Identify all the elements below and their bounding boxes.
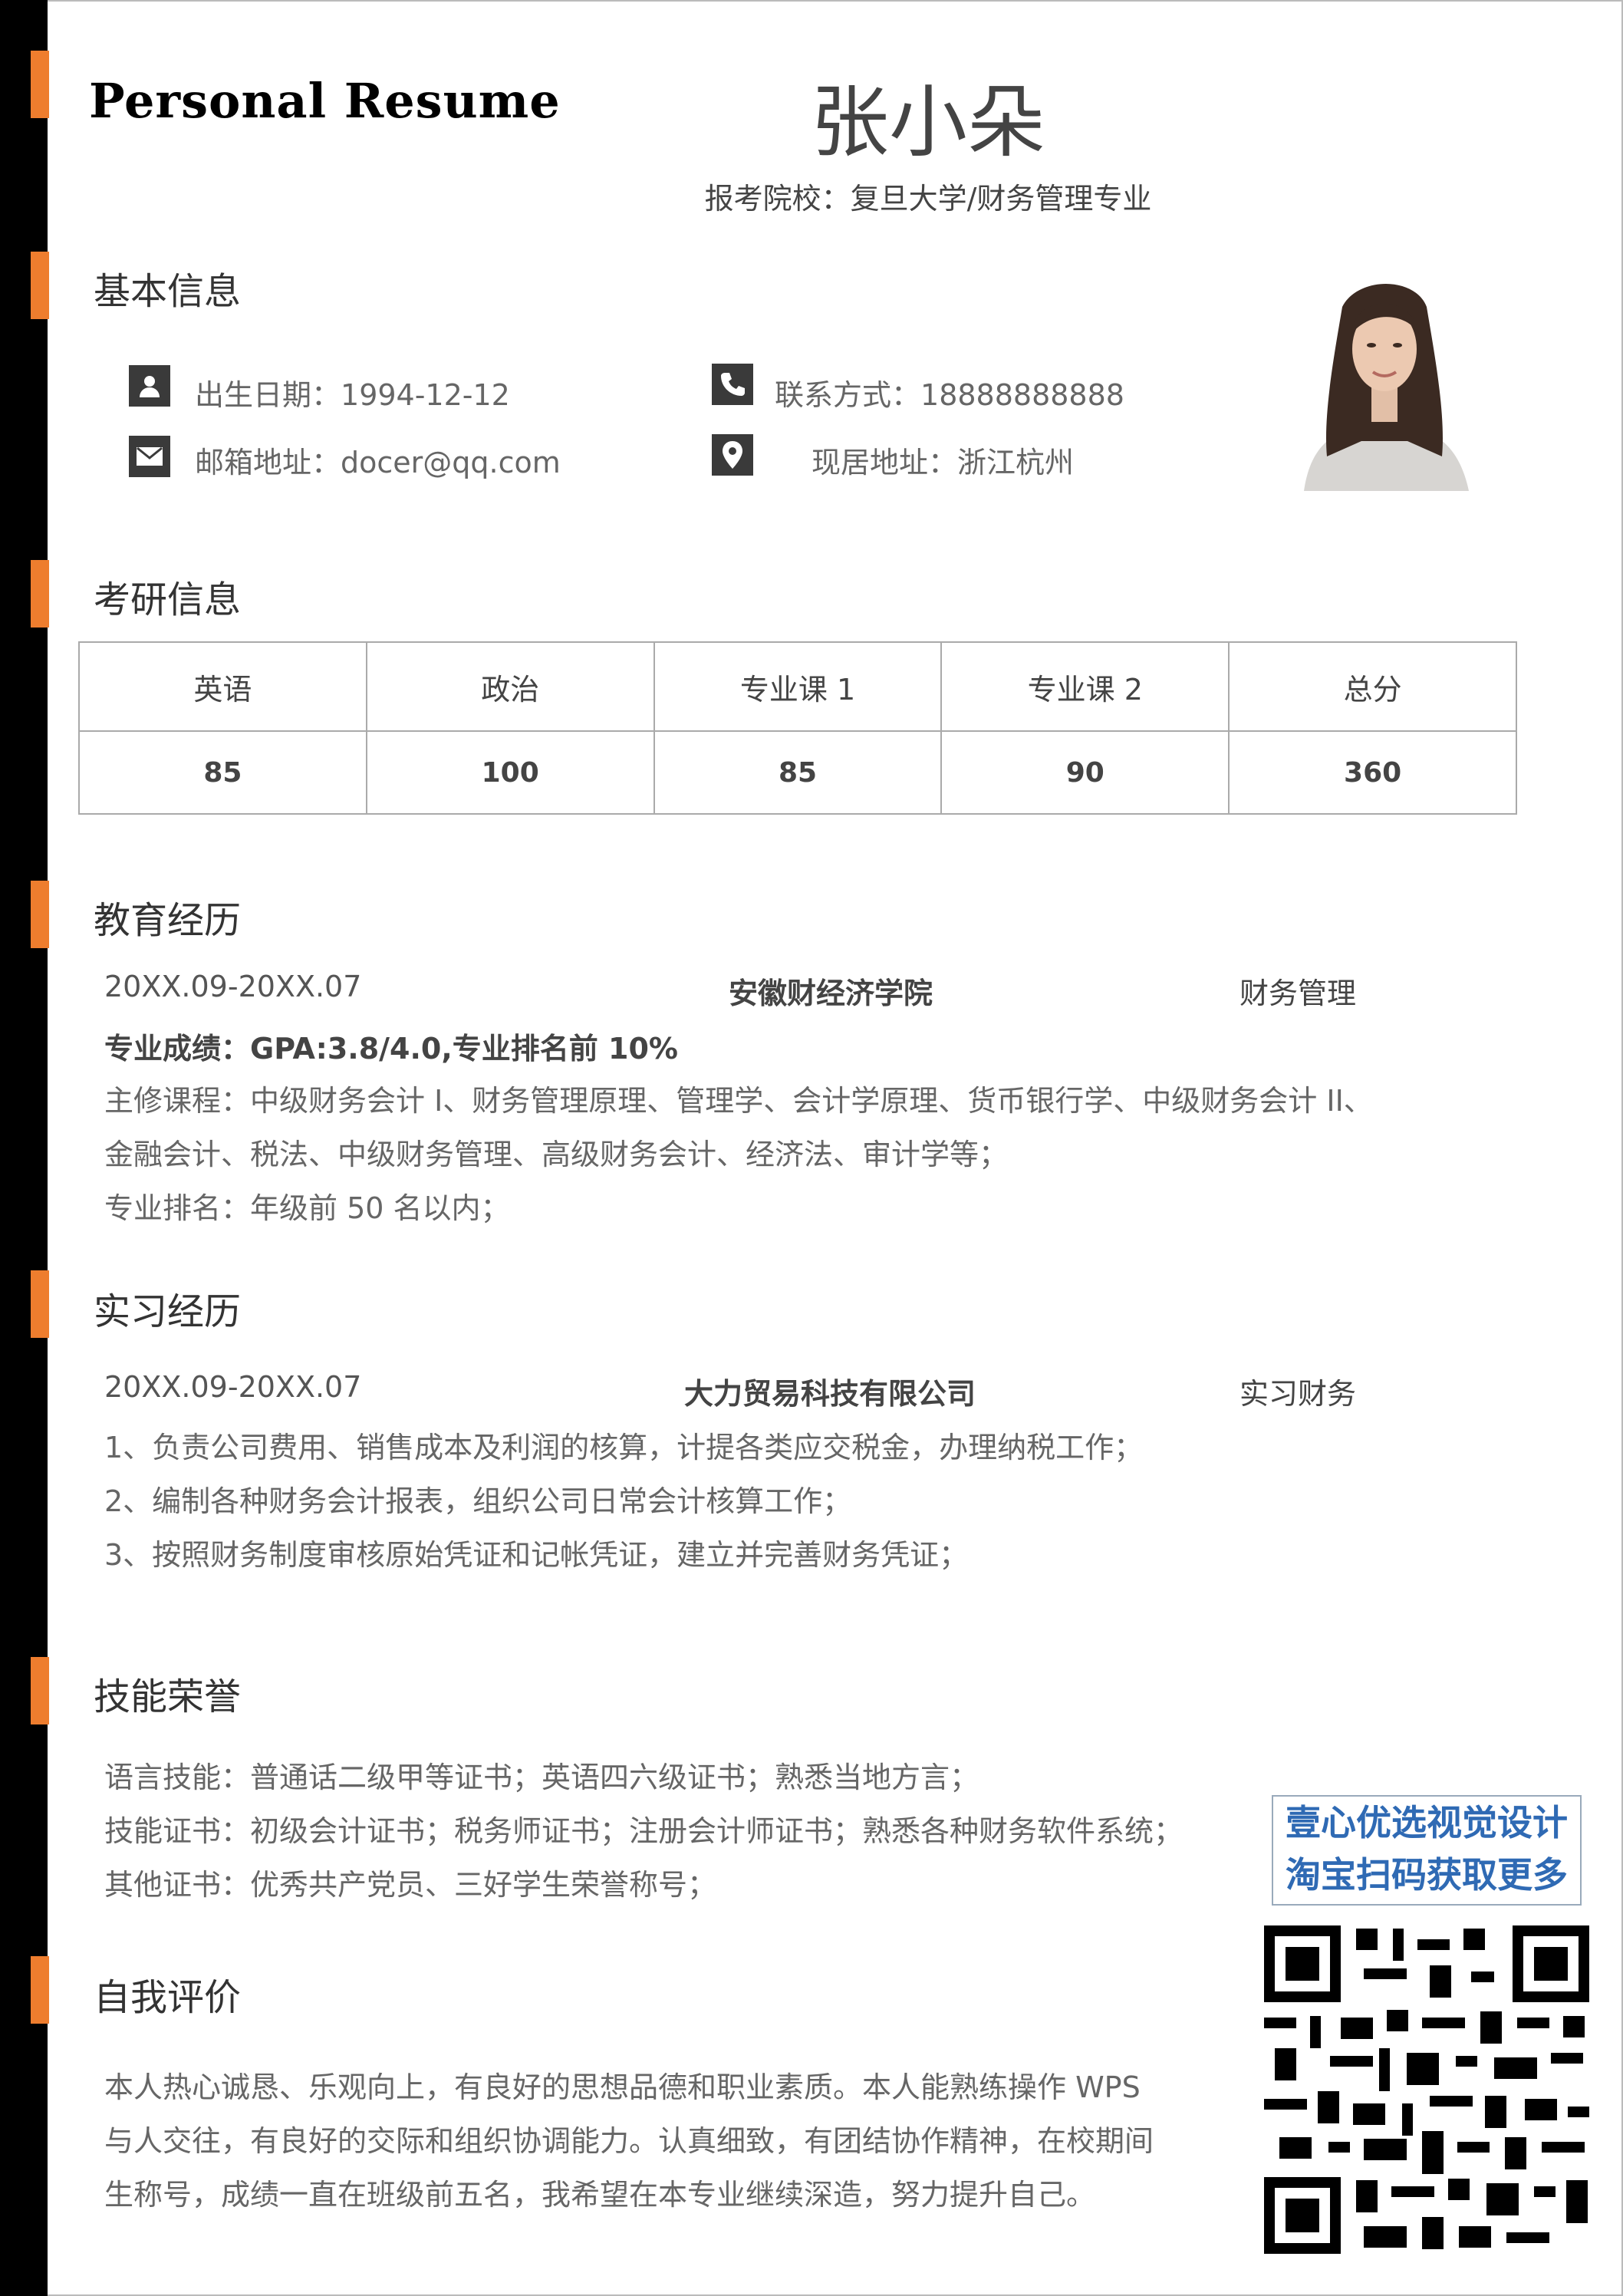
score-header-english: 英语: [78, 641, 367, 732]
basic-info-accent-bar: [31, 252, 49, 319]
email-label: 邮箱地址：: [195, 446, 341, 479]
address-info: 现居地址：浙江杭州: [812, 439, 1074, 481]
education-rank: 专业排名：年级前 50 名以内；: [104, 1191, 510, 1225]
birth-value: 1994-12-12: [341, 378, 510, 412]
apply-label: 报考院校：: [704, 182, 851, 216]
mail-icon: [129, 436, 170, 477]
watermark-line-2: 淘宝扫码获取更多: [1286, 1854, 1568, 1896]
scores-header-row: 英语 政治 专业课 1 专业课 2 总分: [78, 641, 1517, 732]
watermark-line-1: 壹心优选视觉设计: [1286, 1802, 1568, 1843]
phone-icon: [712, 364, 753, 405]
self-eval-title: 自我评价: [94, 1976, 242, 2019]
education-school: 安徽财经济学院: [729, 977, 933, 1010]
email-info: 邮箱地址：docer@qq.com: [195, 439, 561, 481]
apply-value: 复旦大学/财务管理专业: [850, 182, 1152, 216]
self-eval-line: 与人交往，有良好的交际和组织协调能力。认真细致，有团结协作精神，在校期间: [104, 2124, 1154, 2158]
skills-item: 其他证书：优秀共产党员、三好学生荣誉称号；: [104, 1868, 717, 1902]
internship-item: 3、按照财务制度审核原始凭证和记帐凭证，建立并完善财务凭证；: [104, 1538, 969, 1572]
education-period: 20XX.09-20XX.07: [104, 970, 362, 1003]
basic-info-title: 基本信息: [94, 270, 242, 313]
address-label: 现居地址：: [812, 446, 958, 479]
score-major-2: 90: [940, 730, 1230, 815]
left-black-bar: [0, 0, 48, 2296]
resume-title: Personal Resume: [89, 73, 561, 129]
education-accent-bar: [31, 881, 49, 948]
header-accent-bar: [31, 51, 49, 118]
skills-title: 技能荣誉: [94, 1675, 242, 1718]
skills-item: 技能证书：初级会计证书；税务师证书；注册会计师证书；熟悉各种财务软件系统；: [104, 1814, 1184, 1848]
location-icon: [712, 434, 753, 476]
internship-company: 大力贸易科技有限公司: [684, 1377, 976, 1411]
score-header-major-2: 专业课 2: [940, 641, 1230, 732]
address-value: 浙江杭州: [957, 446, 1075, 479]
self-eval-accent-bar: [31, 1956, 49, 2024]
birth-info: 出生日期：1994-12-12: [195, 371, 510, 413]
education-major: 财务管理: [1239, 977, 1357, 1010]
skills-accent-bar: [31, 1657, 49, 1724]
qr-code-icon: [1264, 1925, 1589, 2254]
watermark-box: 壹心优选视觉设计 淘宝扫码获取更多: [1272, 1795, 1582, 1906]
internship-accent-bar: [31, 1270, 49, 1338]
person-icon: [129, 365, 170, 407]
internship-period: 20XX.09-20XX.07: [104, 1370, 362, 1404]
score-english: 85: [78, 730, 367, 815]
score-header-total: 总分: [1228, 641, 1517, 732]
score-major-1: 85: [653, 730, 943, 815]
birth-label: 出生日期：: [195, 378, 341, 412]
scores-value-row: 85 100 85 90 360: [78, 730, 1517, 815]
education-gpa: 专业成绩：GPA:3.8/4.0,专业排名前 10%: [104, 1032, 678, 1066]
education-title: 教育经历: [94, 899, 242, 942]
contact-info: 联系方式：18888888888: [775, 371, 1124, 413]
scores-table: 英语 政治 专业课 1 专业课 2 总分 85 100 85 90 360: [78, 641, 1517, 815]
candidate-name: 张小朵: [811, 77, 1045, 169]
score-politics: 100: [365, 730, 655, 815]
score-header-politics: 政治: [365, 641, 655, 732]
apply-line: 报考院校：复旦大学/财务管理专业: [598, 175, 1258, 217]
internship-role: 实习财务: [1239, 1377, 1357, 1411]
profile-photo: [1289, 261, 1480, 491]
contact-label: 联系方式：: [775, 378, 921, 412]
score-total: 360: [1228, 730, 1517, 815]
score-header-major-1: 专业课 1: [653, 641, 943, 732]
self-eval-line: 生称号，成绩一直在班级前五名，我希望在本专业继续深造，努力提升自己。: [104, 2178, 1096, 2212]
education-courses-line-2: 金融会计、税法、中级财务管理、高级财务会计、经济法、审计学等；: [104, 1138, 1009, 1171]
skills-item: 语言技能：普通话二级甲等证书；英语四六级证书；熟悉当地方言；: [104, 1761, 979, 1794]
exam-info-accent-bar: [31, 560, 49, 628]
self-eval-line: 本人热心诚恳、乐观向上，有良好的思想品德和职业素质。本人能熟练操作 WPS: [104, 2070, 1141, 2104]
internship-item: 2、编制各种财务会计报表，组织公司日常会计核算工作；: [104, 1484, 852, 1518]
email-value: docer@qq.com: [341, 446, 561, 479]
exam-info-title: 考研信息: [94, 578, 242, 621]
education-courses-line-1: 主修课程：中级财务会计 I、财务管理原理、管理学、会计学原理、货币银行学、中级财…: [104, 1084, 1373, 1118]
internship-item: 1、负责公司费用、销售成本及利润的核算，计提各类应交税金，办理纳税工作；: [104, 1431, 1144, 1464]
internship-title: 实习经历: [94, 1290, 242, 1333]
contact-value: 18888888888: [920, 378, 1124, 412]
